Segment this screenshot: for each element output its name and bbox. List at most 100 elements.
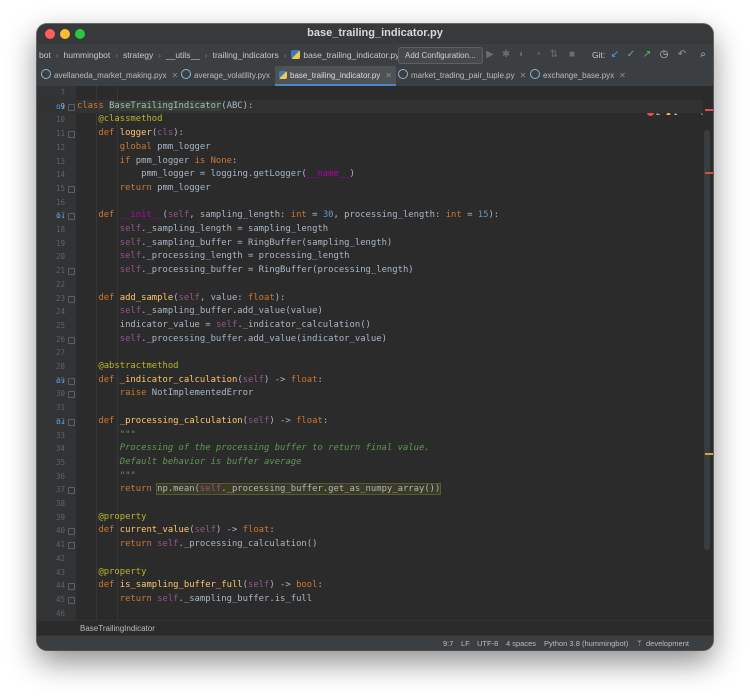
file-encoding[interactable]: UTF-8: [477, 636, 498, 650]
breadcrumb-class[interactable]: BaseTrailingIndicator: [80, 621, 155, 636]
nav-crumb-strategy[interactable]: strategy: [121, 50, 155, 60]
nav-crumb-file[interactable]: base_trailing_indicator.py: [289, 50, 401, 60]
fold-marker-icon[interactable]: [68, 418, 75, 426]
python-interpreter[interactable]: Python 3.8 (hummingbot): [544, 636, 628, 650]
code-line[interactable]: 16: [37, 196, 713, 210]
search-icon[interactable]: ⌕: [696, 47, 710, 62]
code-line[interactable]: 39 @property: [37, 511, 713, 525]
git-update-icon[interactable]: ↙: [608, 47, 622, 62]
profile-icon[interactable]: ◔: [531, 47, 545, 62]
tab-market-trading-pair-tuple[interactable]: market_trading_pair_tuple.py ✕: [398, 66, 526, 86]
attach-icon[interactable]: ⇅: [547, 47, 561, 62]
code-line[interactable]: 22: [37, 278, 713, 292]
close-icon[interactable]: ✕: [172, 71, 179, 80]
debug-icon[interactable]: ✱: [499, 47, 513, 62]
code-line[interactable]: 44 def is_sampling_buffer_full(self) -> …: [37, 579, 713, 593]
code-line[interactable]: 42: [37, 552, 713, 566]
code-line[interactable]: 7: [37, 86, 713, 100]
code-line[interactable]: 27: [37, 346, 713, 360]
code-line[interactable]: 11 def logger(cls):: [37, 127, 713, 141]
nav-crumb-bot[interactable]: bot: [37, 50, 53, 60]
tab-exchange-base[interactable]: exchange_base.pyx ✕: [530, 66, 626, 86]
code-line[interactable]: 37 return np.mean(self._processing_buffe…: [37, 483, 713, 497]
code-line[interactable]: 12 global pmm_logger: [37, 141, 713, 155]
add-configuration-button[interactable]: Add Configuration...: [398, 47, 483, 64]
code-editor[interactable]: 2▲1 ⌃ ⌄ 79o↓class BaseTrailingIndicator(…: [37, 86, 713, 620]
nav-crumb-utils[interactable]: __utils__: [164, 50, 202, 60]
indent-setting[interactable]: 4 spaces: [506, 636, 536, 650]
line-ending[interactable]: LF: [461, 636, 470, 650]
overrides-method-icon[interactable]: o↓: [56, 100, 66, 114]
code-line[interactable]: 17 o↓ def __init__(self, sampling_length:…: [37, 209, 713, 223]
stop-icon[interactable]: ■: [565, 47, 579, 62]
overrides-method-icon[interactable]: o↓: [56, 374, 66, 388]
code-line[interactable]: 25 indicator_value = self._indicator_cal…: [37, 319, 713, 333]
code-line[interactable]: 15 return pmm_logger: [37, 182, 713, 196]
code-line[interactable]: 40 def current_value(self) -> float:: [37, 524, 713, 538]
chevron-right-icon: ›: [283, 50, 287, 60]
caret-position[interactable]: 9:7: [443, 636, 453, 650]
fold-marker-icon[interactable]: [68, 596, 75, 604]
code-line[interactable]: 38: [37, 497, 713, 511]
code-line[interactable]: 33 """: [37, 429, 713, 443]
overrides-method-icon[interactable]: o↓: [56, 415, 66, 429]
fold-marker-icon[interactable]: [68, 295, 75, 303]
run-icon[interactable]: ▶: [483, 47, 497, 62]
code-line[interactable]: 20 self._processing_length = processing_…: [37, 250, 713, 264]
overrides-method-icon[interactable]: o↓: [56, 209, 66, 223]
code-line[interactable]: 26 self._processing_buffer.add_value(ind…: [37, 333, 713, 347]
close-icon[interactable]: ✕: [619, 71, 626, 80]
code-line[interactable]: 31: [37, 401, 713, 415]
git-branch[interactable]: development: [646, 636, 689, 650]
history-icon[interactable]: ◷: [657, 47, 671, 62]
rollback-icon[interactable]: ↶: [675, 47, 689, 62]
fold-marker-icon[interactable]: [68, 336, 75, 344]
fold-marker-icon[interactable]: [68, 487, 75, 495]
code-line[interactable]: 23 def add_sample(self, value: float):: [37, 292, 713, 306]
code-line[interactable]: 9 o↓ class BaseTrailingIndicator(ABC):: [37, 99, 713, 114]
fold-marker-icon[interactable]: [68, 377, 75, 385]
code-line[interactable]: 36 """: [37, 470, 713, 484]
code-line[interactable]: 28 @abstractmethod: [37, 360, 713, 374]
code-line[interactable]: 43 @property: [37, 566, 713, 580]
code-line[interactable]: 35 Default behavior is buffer average: [37, 456, 713, 470]
fold-marker-icon[interactable]: [68, 542, 75, 550]
code-line[interactable]: 34 Processing of the processing buffer t…: [37, 442, 713, 456]
coverage-icon[interactable]: ◐: [515, 47, 529, 62]
code-line[interactable]: 10 @classmethod: [37, 113, 713, 127]
code-text: @classmethod: [98, 114, 163, 125]
code-line[interactable]: 41 return self._processing_calculation(): [37, 538, 713, 552]
code-line[interactable]: 30 raise NotImplementedError: [37, 387, 713, 401]
code-line[interactable]: 46: [37, 607, 713, 620]
code-line[interactable]: 24 self._sampling_buffer.add_value(value…: [37, 305, 713, 319]
tab-avellaneda-market-making[interactable]: avellaneda_market_making.pyx ✕: [41, 66, 178, 86]
fold-marker-icon[interactable]: [68, 103, 75, 111]
code-line[interactable]: 19 self._sampling_buffer = RingBuffer(sa…: [37, 237, 713, 251]
tab-base-trailing-indicator[interactable]: base_trailing_indicator.py ✕: [275, 66, 396, 86]
fold-marker-icon[interactable]: [68, 185, 75, 193]
fold-marker-icon[interactable]: [68, 213, 75, 221]
close-icon[interactable]: ✕: [385, 71, 392, 80]
nav-crumb-trailing-indicators[interactable]: trailing_indicators: [211, 50, 281, 60]
nav-crumb-hummingbot[interactable]: hummingbot: [62, 50, 113, 60]
code-line[interactable]: 14 pmm_logger = logging.getLogger(__name…: [37, 168, 713, 182]
code-line[interactable]: 45 return self._sampling_buffer.is_full: [37, 593, 713, 607]
error-marker[interactable]: [705, 172, 713, 174]
code-line[interactable]: 21 self._processing_buffer = RingBuffer(…: [37, 264, 713, 278]
close-icon[interactable]: ✕: [520, 71, 527, 80]
git-commit-icon[interactable]: ✓: [624, 47, 638, 62]
fold-marker-icon[interactable]: [68, 131, 75, 139]
git-push-icon[interactable]: ↗: [640, 47, 654, 62]
fold-marker-icon[interactable]: [68, 583, 75, 591]
tab-average-volatility[interactable]: average_volatility.pyx✕: [181, 66, 282, 86]
code-line[interactable]: 18 self._sampling_length = sampling_leng…: [37, 223, 713, 237]
fold-marker-icon[interactable]: [68, 528, 75, 536]
vertical-scrollbar[interactable]: [704, 130, 710, 550]
code-line[interactable]: 29 o↓ def _indicator_calculation(self) ->…: [37, 374, 713, 388]
warning-marker[interactable]: [705, 453, 713, 455]
code-line[interactable]: 13 if pmm_logger is None:: [37, 155, 713, 169]
code-line[interactable]: 32 o↓ def _processing_calculation(self) -…: [37, 415, 713, 429]
error-marker[interactable]: [705, 109, 713, 111]
fold-marker-icon[interactable]: [68, 268, 75, 276]
fold-marker-icon[interactable]: [68, 391, 75, 399]
